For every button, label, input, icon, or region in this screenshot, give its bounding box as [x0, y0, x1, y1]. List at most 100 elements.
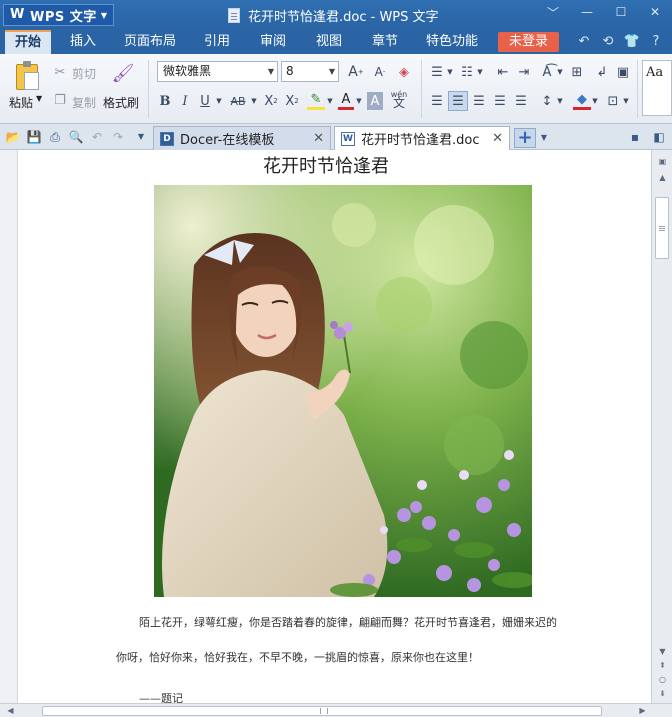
window-title-text: 花开时节恰逢君.doc - WPS 文字 — [248, 9, 439, 25]
borders-dropdown-icon[interactable]: ▼ — [622, 92, 630, 110]
shading-dropdown-icon[interactable]: ▼ — [591, 92, 599, 110]
highlight-icon[interactable]: ✎ — [307, 92, 325, 110]
increase-indent-icon[interactable]: ⇥ — [515, 62, 533, 82]
new-tab-dropdown-icon[interactable]: ▼ — [538, 128, 550, 148]
scroll-thumb[interactable] — [42, 706, 602, 716]
document-photo[interactable] — [154, 185, 532, 597]
login-button[interactable]: 未登录 — [498, 32, 559, 52]
strikethrough-dropdown-icon[interactable]: ▼ — [249, 92, 259, 110]
help-icon[interactable]: ? — [644, 32, 668, 52]
horizontal-scrollbar[interactable]: ◀ ▶ — [0, 703, 672, 717]
justify-icon[interactable]: ☰ — [491, 92, 509, 110]
underline-dropdown-icon[interactable]: ▼ — [214, 92, 224, 110]
cut-button[interactable]: 剪切 — [72, 65, 96, 82]
highlight-dropdown-icon[interactable]: ▼ — [325, 92, 335, 110]
align-center-icon[interactable]: ☰ — [448, 91, 468, 111]
paste-button[interactable] — [6, 60, 46, 120]
font-name-select[interactable]: 微软雅黑 ▼ — [157, 61, 278, 82]
tab-section[interactable]: 章节 — [364, 30, 406, 54]
next-page-icon[interactable]: ⇟ — [656, 688, 669, 699]
font-color-icon[interactable]: A — [338, 92, 354, 110]
numbered-list-icon[interactable]: ☷ — [458, 62, 476, 82]
scroll-down-icon[interactable]: ▼ — [656, 646, 669, 657]
superscript-icon[interactable]: X2 — [262, 92, 280, 110]
decrease-font-icon[interactable]: A- — [370, 62, 390, 82]
strikethrough-icon[interactable]: AB — [227, 92, 249, 110]
navigation-icon[interactable]: ▣ — [614, 62, 632, 82]
distribute-icon[interactable]: ☰ — [512, 92, 530, 110]
vertical-scrollbar[interactable]: ▣ ▲ ▼ ⇞ ○ ⇟ — [651, 150, 672, 703]
shading-icon[interactable]: ◆ — [573, 92, 591, 110]
font-size-value: 8 — [286, 64, 294, 78]
align-left-icon[interactable]: ☰ — [428, 92, 446, 110]
split-view-icon[interactable]: ▣ — [656, 156, 669, 167]
scroll-right-icon[interactable]: ▶ — [636, 705, 649, 716]
bullet-dropdown-icon[interactable]: ▼ — [446, 62, 454, 82]
bold-icon[interactable]: B — [157, 92, 173, 110]
select-browse-icon[interactable]: ○ — [656, 674, 669, 685]
tab-review[interactable]: 审阅 — [252, 30, 294, 54]
style-gallery[interactable]: Aa — [642, 60, 672, 116]
table-icon[interactable]: ⊞ — [568, 62, 586, 82]
close-icon[interactable]: ✕ — [492, 131, 503, 146]
align-right-icon[interactable]: ☰ — [470, 92, 488, 110]
format-painter-button[interactable]: 格式刷 — [103, 94, 139, 111]
app-menu-button[interactable]: W WPS 文字 ▼ — [3, 4, 114, 26]
skin-icon[interactable]: 👕 — [620, 32, 644, 52]
quick-access-dropdown-icon[interactable]: ▼ — [132, 128, 150, 146]
chinese-layout-icon[interactable]: A͡ — [538, 62, 556, 82]
font-color-dropdown-icon[interactable]: ▼ — [354, 92, 364, 110]
tab-references[interactable]: 引用 — [196, 30, 238, 54]
tab-insert[interactable]: 插入 — [62, 30, 104, 54]
clear-format-icon[interactable]: ◈ — [394, 62, 414, 82]
undo-history-icon[interactable]: ↶ — [572, 32, 596, 52]
close-icon[interactable]: ✕ — [638, 0, 672, 24]
bullet-list-icon[interactable]: ☰ — [428, 62, 446, 82]
decrease-indent-icon[interactable]: ⇤ — [494, 62, 512, 82]
tab-list-icon[interactable]: ▪ — [626, 128, 644, 146]
save-icon[interactable]: 💾 — [25, 128, 43, 146]
new-tab-button[interactable]: + — [514, 128, 536, 148]
tab-special-features[interactable]: 特色功能 — [420, 30, 484, 54]
tab-docer-templates[interactable]: D Docer-在线模板 ✕ — [153, 126, 331, 150]
window-controls: ﹀ — ☐ ✕ — [536, 0, 672, 24]
font-size-select[interactable]: 8 ▼ — [281, 61, 339, 82]
subscript-icon[interactable]: X2 — [283, 92, 301, 110]
char-shading-icon[interactable]: A — [367, 92, 383, 110]
open-folder-icon[interactable]: 📂 — [4, 128, 22, 146]
line-spacing-icon[interactable]: ↕ — [538, 92, 556, 110]
sync-icon[interactable]: ⟲ — [596, 32, 620, 52]
undo-icon[interactable]: ↶ — [88, 128, 106, 146]
collapse-ribbon-icon[interactable]: ﹀ — [536, 0, 570, 24]
print-preview-icon[interactable]: 🔍 — [67, 128, 85, 146]
chevron-down-icon: ▼ — [267, 67, 274, 76]
maximize-icon[interactable]: ☐ — [604, 0, 638, 24]
borders-icon[interactable]: ⊡ — [604, 92, 622, 110]
print-icon[interactable]: ⎙ — [46, 128, 64, 146]
copy-button[interactable]: 复制 — [72, 94, 96, 111]
chinese-layout-dropdown-icon[interactable]: ▼ — [556, 62, 564, 82]
underline-icon[interactable]: U — [197, 92, 213, 110]
minimize-icon[interactable]: — — [570, 0, 604, 24]
show-marks-icon[interactable]: ↲ — [593, 62, 611, 82]
increase-font-icon[interactable]: A + — [346, 62, 366, 82]
italic-icon[interactable]: I — [177, 92, 193, 110]
tab-options-icon[interactable]: ◧ — [650, 128, 668, 146]
scroll-left-icon[interactable]: ◀ — [4, 705, 17, 716]
document-page[interactable]: 花开时节恰逢君 陌上花开，绿萼红瘦，你是否踏着春的旋律，翩翩而舞？花开时节喜逢君… — [17, 150, 651, 703]
previous-page-icon[interactable]: ⇞ — [656, 660, 669, 671]
tab-page-layout[interactable]: 页面布局 — [118, 30, 182, 54]
scroll-thumb[interactable] — [655, 197, 669, 259]
close-icon[interactable]: ✕ — [313, 131, 324, 146]
document-area[interactable]: 花开时节恰逢君 陌上花开，绿萼红瘦，你是否踏着春的旋律，翩翩而舞？花开时节喜逢君… — [0, 150, 651, 703]
paste-dropdown-icon[interactable]: ▼ — [36, 94, 42, 103]
tab-home[interactable]: 开始 — [5, 30, 51, 54]
numbered-dropdown-icon[interactable]: ▼ — [476, 62, 484, 82]
line-spacing-dropdown-icon[interactable]: ▼ — [556, 92, 564, 110]
tab-view[interactable]: 视图 — [308, 30, 350, 54]
phonetic-guide-icon[interactable]: wén 文 — [386, 88, 412, 110]
scroll-up-icon[interactable]: ▲ — [656, 172, 669, 183]
ribbon-divider — [637, 60, 638, 118]
tab-current-document[interactable]: W 花开时节恰逢君.doc ✕ — [334, 126, 510, 150]
redo-icon[interactable]: ↷ — [109, 128, 127, 146]
